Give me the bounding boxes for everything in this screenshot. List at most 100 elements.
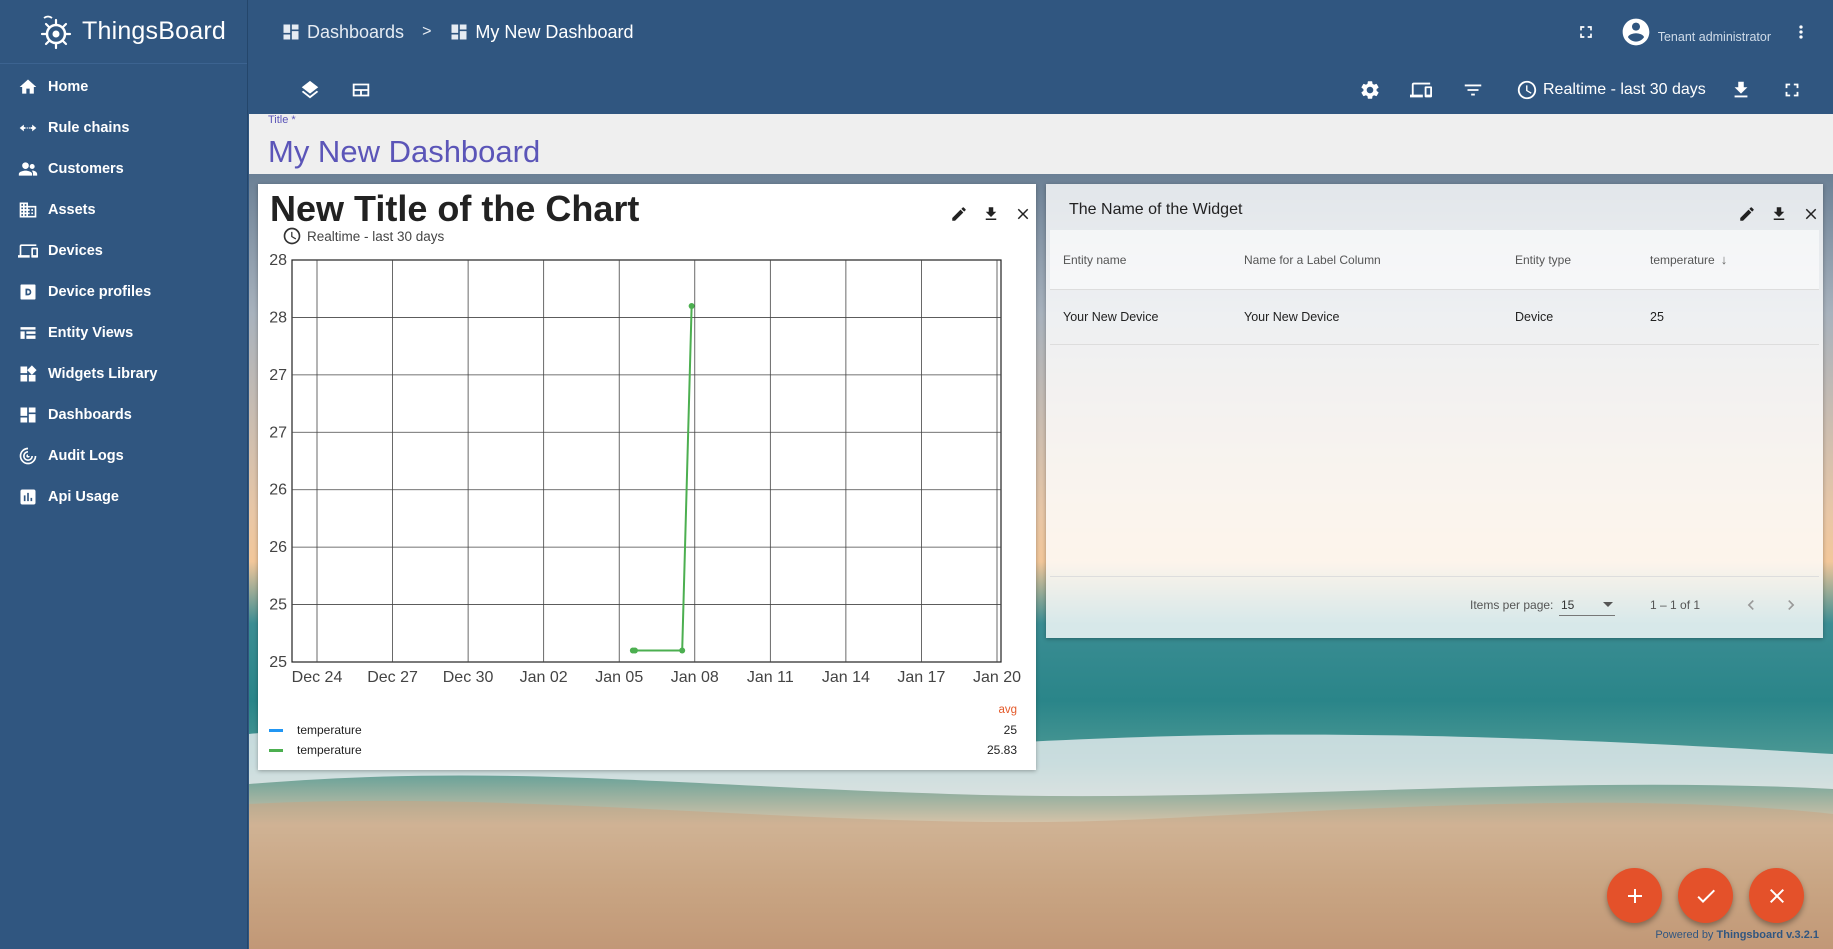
filters-button[interactable] [1460, 77, 1486, 103]
table-cell: Your New Device [1244, 310, 1340, 324]
remove-widget-button[interactable] [1012, 203, 1034, 225]
sidebar-item-label: Device profiles [48, 283, 152, 300]
app-name: ThingsBoard [82, 17, 226, 45]
entity-aliases-button[interactable] [1408, 77, 1434, 103]
title-field-label: Title * [268, 114, 296, 126]
entities-table-widget: The Name of the Widget Entity name Name … [1046, 184, 1823, 638]
decline-changes-button[interactable] [1749, 868, 1804, 923]
close-icon [1805, 208, 1817, 220]
user-avatar[interactable] [1620, 16, 1652, 48]
sidebar-item-devices[interactable]: Devices [0, 230, 247, 271]
layers-icon [301, 80, 319, 99]
sidebar-item-device-profiles[interactable]: Device profiles [0, 271, 247, 312]
x-tick-label: Jan 11 [747, 669, 794, 686]
legend-row[interactable]: temperature 25 [269, 721, 1017, 739]
edit-widget-button[interactable] [948, 203, 970, 225]
items-per-page-select[interactable]: 15 [1559, 594, 1615, 616]
breadcrumb-label: Dashboards [307, 21, 405, 42]
top-bar: Dashboards > My New Dashboard Tenant adm… [248, 0, 1833, 64]
paginator-range: 1 – 1 of 1 [1650, 598, 1701, 612]
column-header-entity-type[interactable]: Entity type [1515, 253, 1650, 267]
export-widget-button[interactable] [1768, 203, 1790, 225]
sidebar-item-audit-logs[interactable]: Audit Logs [0, 435, 247, 476]
x-tick-label: Jan 05 [595, 669, 643, 686]
table-cell: 25 [1650, 310, 1664, 324]
previous-page-button[interactable] [1739, 593, 1763, 617]
sidebar-item-label: Home [48, 78, 89, 95]
breadcrumb-separator: > [422, 23, 432, 40]
sidebar-item-label: Api Usage [48, 488, 119, 505]
dashboard-title-field[interactable]: Title * My New Dashboard [249, 114, 1833, 174]
y-tick-label: 26 [269, 539, 287, 556]
assets-icon [17, 199, 39, 221]
pencil-icon [1740, 207, 1754, 221]
legend-value: 25.83 [986, 743, 1017, 757]
settings-button[interactable] [1357, 77, 1383, 103]
powered-prefix: Powered by [1655, 929, 1714, 941]
more-vert-icon [1799, 25, 1803, 39]
next-page-button[interactable] [1779, 593, 1803, 617]
sidebar-item-rule-chains[interactable]: Rule chains [0, 107, 247, 148]
sidebar: ThingsBoard Home Rule chains Customers A… [0, 0, 248, 949]
powered-brand: Thingsboard v.3.2.1 [1716, 929, 1820, 941]
clock-icon [283, 227, 301, 245]
app-logo[interactable]: ThingsBoard [0, 0, 247, 64]
export-widget-button[interactable] [980, 203, 1002, 225]
column-header-label: temperature [1650, 252, 1715, 267]
timewindow-button[interactable]: Realtime - last 30 days [1516, 77, 1706, 103]
sidebar-item-label: Rule chains [48, 119, 130, 136]
breadcrumb-dashboards[interactable]: Dashboards [281, 22, 404, 43]
fullscreen-dashboard-button[interactable] [1779, 77, 1805, 103]
sidebar-item-widgets-library[interactable]: Widgets Library [0, 353, 247, 394]
sidebar-item-label: Entity Views [48, 324, 134, 341]
line-chart: Dec 24 Dec 27 Dec 30 Jan 02 Jan 05 Jan 08 Jan … [269, 252, 1021, 686]
add-widget-button[interactable] [1607, 868, 1662, 923]
x-tick-label: Dec 24 [292, 669, 343, 686]
api-usage-icon [17, 486, 39, 508]
plus-icon [1627, 888, 1642, 903]
chart-title: New Title of the Chart [270, 188, 640, 229]
column-header-entity-name[interactable]: Entity name [1050, 253, 1244, 267]
more-menu-button[interactable] [1791, 20, 1811, 44]
x-tick-label: Jan 20 [973, 669, 1021, 686]
remove-widget-button[interactable] [1800, 203, 1822, 225]
data-point [688, 302, 695, 309]
title-field-value[interactable]: My New Dashboard [268, 134, 540, 170]
sidebar-item-api-usage[interactable]: Api Usage [0, 476, 247, 517]
timewindow-label: Realtime - last 30 days [1543, 81, 1706, 98]
legend-label: temperature [297, 723, 362, 737]
sidebar-item-customers[interactable]: Customers [0, 148, 247, 189]
layers-button[interactable] [297, 77, 323, 103]
legend-row[interactable]: temperature 25.83 [269, 741, 1017, 759]
powered-by[interactable]: Powered by Thingsboard v.3.2.1 [1655, 929, 1819, 941]
plot-frame [291, 259, 1002, 663]
fullscreen-button[interactable] [1574, 20, 1598, 44]
chevron-left-icon [1747, 600, 1754, 610]
column-header-temperature[interactable]: temperature ↓ [1650, 252, 1819, 267]
table-row[interactable]: Your New Device Your New Device Device 2… [1050, 290, 1819, 345]
data-point [631, 647, 638, 654]
sidebar-item-dashboards[interactable]: Dashboards [0, 394, 247, 435]
export-button[interactable] [1728, 77, 1754, 103]
dashboards-icon [17, 404, 39, 426]
close-icon [1769, 888, 1784, 903]
pencil-icon [952, 207, 966, 221]
download-icon [985, 207, 997, 220]
items-per-page-label: Items per page: [1470, 598, 1554, 612]
sidebar-item-entity-views[interactable]: Entity Views [0, 312, 247, 353]
chart-timewindow-label: Realtime - last 30 days [307, 228, 445, 244]
apply-changes-button[interactable] [1678, 868, 1733, 923]
chart-timewindow[interactable]: Realtime - last 30 days [282, 226, 444, 246]
sidebar-item-home[interactable]: Home [0, 66, 247, 107]
dashboard-layouts-button[interactable] [348, 77, 374, 103]
audit-logs-icon [17, 445, 39, 467]
column-header-label[interactable]: Name for a Label Column [1244, 253, 1515, 267]
download-icon [1734, 81, 1748, 98]
breadcrumb-current: My New Dashboard [449, 22, 633, 43]
device-profiles-icon [17, 281, 39, 303]
fullscreen-icon [1579, 26, 1592, 38]
sidebar-item-label: Devices [48, 242, 103, 259]
sidebar-item-assets[interactable]: Assets [0, 189, 247, 230]
items-per-page-value: 15 [1561, 597, 1575, 612]
edit-widget-button[interactable] [1736, 203, 1758, 225]
